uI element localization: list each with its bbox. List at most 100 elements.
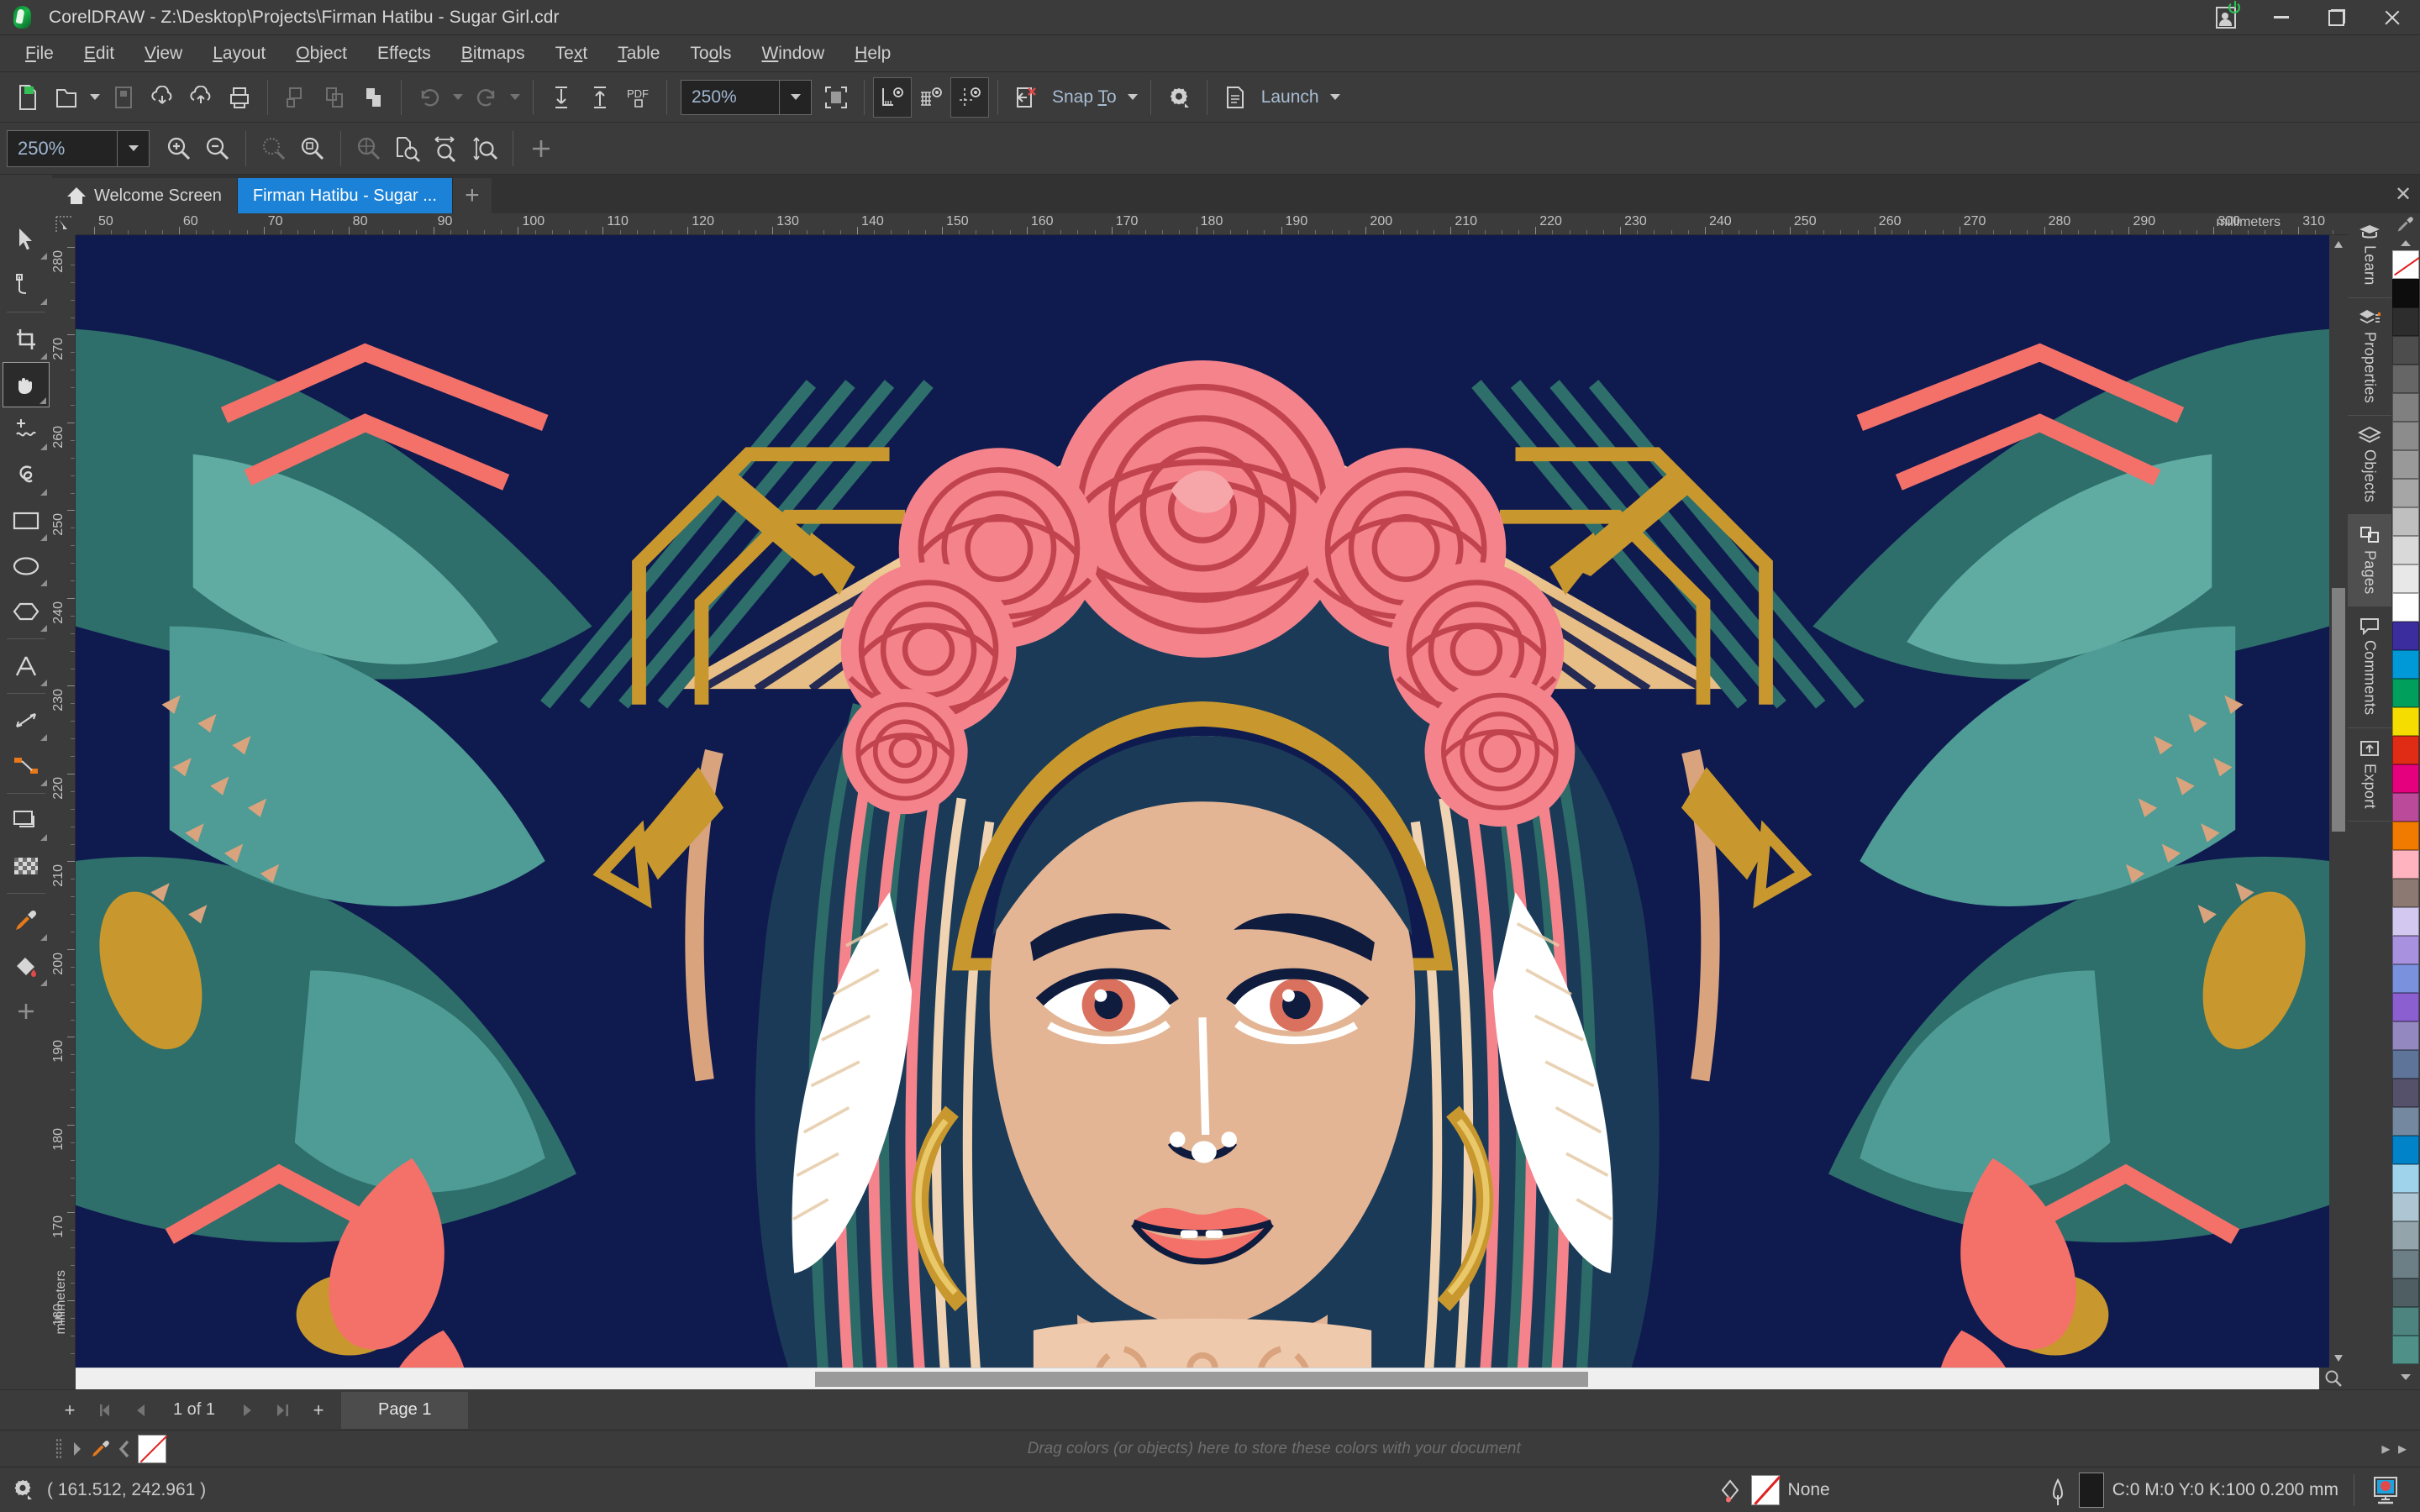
restore-icon[interactable] — [2309, 0, 2365, 35]
sugar-girl-vector-illustration[interactable] — [76, 235, 2329, 1368]
publish-to-cloud-button[interactable] — [143, 77, 182, 118]
ellipse-tool[interactable] — [3, 543, 50, 589]
freehand-tool[interactable] — [3, 407, 50, 453]
transparency-tool[interactable] — [3, 843, 50, 889]
outline-status-group[interactable]: C:0 M:0 Y:0 K:100 0.200 mm — [2049, 1472, 2338, 1508]
palette-eyedropper-icon[interactable] — [2391, 213, 2420, 235]
palette-swatch-list[interactable] — [2392, 250, 2419, 1364]
menu-tools[interactable]: Tools — [675, 38, 746, 70]
export-pdf-button[interactable]: PDF — [619, 77, 658, 118]
vertical-scrollbar-thumb[interactable] — [2332, 588, 2345, 832]
parallel-dimension-tool[interactable] — [3, 698, 50, 743]
zoom-level-input-property[interactable] — [8, 130, 117, 166]
zoom-status-icon[interactable] — [2319, 1368, 2348, 1389]
palette-swatch[interactable] — [2392, 564, 2419, 593]
menu-window[interactable]: Window — [746, 38, 839, 70]
palette-scroll-down-icon[interactable] — [2391, 1364, 2420, 1389]
add-tool-button[interactable] — [3, 989, 50, 1034]
palette-swatch[interactable] — [2392, 964, 2419, 993]
palette-swatch[interactable] — [2392, 1050, 2419, 1079]
account-signin-icon[interactable] — [2198, 0, 2254, 35]
dock-item-properties[interactable]: Properties — [2348, 298, 2391, 416]
zoom-out-button[interactable] — [198, 129, 237, 169]
menu-edit[interactable]: Edit — [69, 38, 129, 70]
palette-swatch[interactable] — [2392, 822, 2419, 850]
palette-swatch[interactable] — [2392, 1278, 2419, 1307]
menu-view[interactable]: View — [129, 38, 197, 70]
scroll-left-icon[interactable] — [113, 1435, 136, 1463]
palette-swatch[interactable] — [2392, 764, 2419, 793]
palette-swatch[interactable] — [2392, 393, 2419, 422]
horizontal-scrollbar-thumb[interactable] — [815, 1372, 1588, 1387]
copy-button[interactable] — [315, 77, 354, 118]
vertical-ruler[interactable]: millimeters 280 270 260 250 240 230 220 210 200 1… — [52, 235, 76, 1368]
launch-app-icon[interactable] — [1216, 77, 1255, 118]
menu-effects[interactable]: Effects — [362, 38, 446, 70]
last-page-button[interactable] — [266, 1392, 301, 1429]
palette-swatch[interactable] — [2392, 707, 2419, 736]
palette-swatch[interactable] — [2392, 1164, 2419, 1193]
color-eyedropper-tool[interactable] — [3, 898, 50, 943]
zoom-to-selected-button[interactable] — [255, 129, 293, 169]
no-color-swatch[interactable] — [138, 1434, 166, 1463]
tab-welcome-screen[interactable]: Welcome Screen — [52, 178, 238, 213]
previous-page-button[interactable] — [123, 1392, 158, 1429]
zoom-level-combobox-property[interactable] — [7, 129, 150, 167]
print-button[interactable] — [220, 77, 259, 118]
save-document-button[interactable] — [104, 77, 143, 118]
zoom-level-property-chevron-down-icon[interactable] — [117, 130, 149, 166]
outline-color-swatch[interactable] — [2078, 1472, 2104, 1508]
share-document-button[interactable] — [182, 77, 220, 118]
undo-button[interactable] — [410, 77, 449, 118]
palette-swatch[interactable] — [2392, 936, 2419, 964]
palette-swatch[interactable] — [2392, 1079, 2419, 1107]
palette-swatch[interactable] — [2392, 536, 2419, 564]
undo-history-chevron-down-icon[interactable] — [449, 77, 467, 118]
minimize-icon[interactable] — [2254, 0, 2309, 35]
palette-swatch[interactable] — [2392, 850, 2419, 879]
next-page-button[interactable] — [230, 1392, 266, 1429]
zoom-to-page-width-button[interactable] — [427, 129, 466, 169]
palette-swatch[interactable] — [2392, 993, 2419, 1021]
zoom-level-input[interactable] — [681, 80, 779, 114]
palette-swatch[interactable] — [2392, 1021, 2419, 1050]
zoom-to-page-button[interactable] — [388, 129, 427, 169]
text-tool[interactable] — [3, 643, 50, 689]
palette-swatch[interactable] — [2392, 307, 2419, 336]
show-rulers-toggle[interactable] — [873, 76, 912, 118]
interactive-fill-tool[interactable] — [3, 943, 50, 989]
palette-swatch[interactable] — [2392, 336, 2419, 365]
vertical-scrollbar[interactable] — [2329, 235, 2348, 1368]
palette-swatch[interactable] — [2392, 879, 2419, 907]
palette-swatch[interactable] — [2392, 736, 2419, 764]
menu-bitmaps[interactable]: Bitmaps — [446, 38, 540, 70]
ruler-origin-corner[interactable] — [52, 213, 76, 235]
pick-tool[interactable] — [3, 217, 50, 262]
launch-label[interactable]: Launch — [1255, 87, 1326, 108]
palette-swatch[interactable] — [2392, 279, 2419, 307]
add-page-button[interactable]: + — [52, 1392, 87, 1429]
palette-swatch[interactable] — [2392, 250, 2419, 279]
palette-swatch[interactable] — [2392, 450, 2419, 479]
snap-to-chevron-down-icon[interactable] — [1123, 77, 1142, 118]
cut-button[interactable] — [276, 77, 315, 118]
launch-chevron-down-icon[interactable] — [1326, 77, 1344, 118]
document-color-preview-icon[interactable] — [2370, 1476, 2400, 1504]
status-gear-icon[interactable] — [0, 1467, 47, 1512]
dock-item-export[interactable]: Export — [2348, 728, 2391, 822]
zoom-in-button[interactable] — [160, 129, 198, 169]
customize-toolbar-button[interactable] — [522, 129, 560, 169]
menu-text[interactable]: Text — [540, 38, 603, 70]
palette-swatch[interactable] — [2392, 479, 2419, 507]
palette-swatch[interactable] — [2392, 1136, 2419, 1164]
palette-swatch[interactable] — [2392, 1221, 2419, 1250]
palette-swatch[interactable] — [2392, 1193, 2419, 1221]
page-tab-page-1[interactable]: Page 1 — [341, 1391, 469, 1429]
palette-scroll-up-icon[interactable] — [2391, 235, 2420, 250]
close-document-icon[interactable]: ✕ — [2386, 175, 2420, 213]
new-tab-plus-icon[interactable]: + — [452, 178, 492, 213]
export-button[interactable] — [581, 77, 619, 118]
palette-swatch[interactable] — [2392, 1307, 2419, 1336]
snap-off-icon[interactable] — [1007, 77, 1045, 118]
palette-swatch[interactable] — [2392, 365, 2419, 393]
